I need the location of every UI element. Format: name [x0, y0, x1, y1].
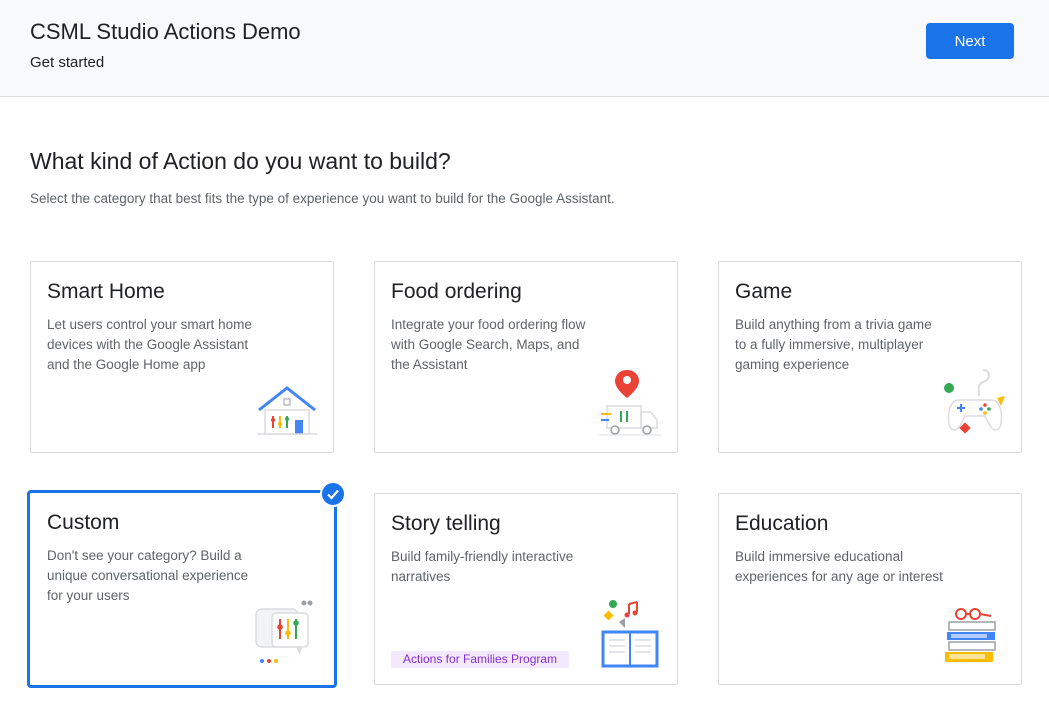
- category-card-story-telling[interactable]: Story telling Build family-friendly inte…: [374, 493, 678, 685]
- storybook-icon: [599, 598, 663, 670]
- card-description: Build immersive educational experiences …: [735, 549, 943, 584]
- category-card-game[interactable]: Game Build anything from a trivia game t…: [718, 261, 1022, 453]
- card-title: Education: [735, 512, 829, 535]
- card-description: Don't see your category? Build a unique …: [47, 548, 249, 603]
- selected-check-icon: [320, 481, 346, 507]
- card-title: Food ordering: [391, 280, 522, 303]
- category-card-smart-home[interactable]: Smart Home Let users control your smart …: [30, 261, 334, 453]
- card-description: Let users control your smart home device…: [47, 317, 252, 372]
- top-header: CSML Studio Actions Demo Get started Nex…: [0, 0, 1049, 97]
- card-title: Story telling: [391, 512, 501, 535]
- app-title: CSML Studio Actions Demo: [30, 19, 301, 44]
- smart-home-icon: [255, 366, 319, 438]
- category-card-education[interactable]: Education Build immersive educational ex…: [718, 493, 1022, 685]
- food-truck-icon: [599, 366, 663, 438]
- card-title: Game: [735, 280, 793, 303]
- game-controller-icon: [943, 366, 1007, 438]
- page-title: What kind of Action do you want to build…: [30, 148, 451, 174]
- card-description: Integrate your food ordering flow with G…: [391, 317, 586, 372]
- families-program-badge: Actions for Families Program: [391, 651, 570, 668]
- page-description: Select the category that best fits the t…: [30, 191, 615, 206]
- card-title: Smart Home: [47, 280, 165, 303]
- card-description: Build anything from a trivia game to a f…: [735, 317, 932, 372]
- page-subtitle: Get started: [30, 54, 105, 71]
- card-title: Custom: [47, 511, 120, 534]
- card-description: Build family-friendly interactive narrat…: [391, 549, 574, 584]
- books-icon: [943, 598, 1007, 670]
- category-card-food-ordering[interactable]: Food ordering Integrate your food orderi…: [374, 261, 678, 453]
- category-card-custom[interactable]: Custom Don't see your category? Build a …: [27, 490, 337, 688]
- custom-chat-icon: [252, 593, 316, 665]
- next-button[interactable]: Next: [926, 23, 1014, 59]
